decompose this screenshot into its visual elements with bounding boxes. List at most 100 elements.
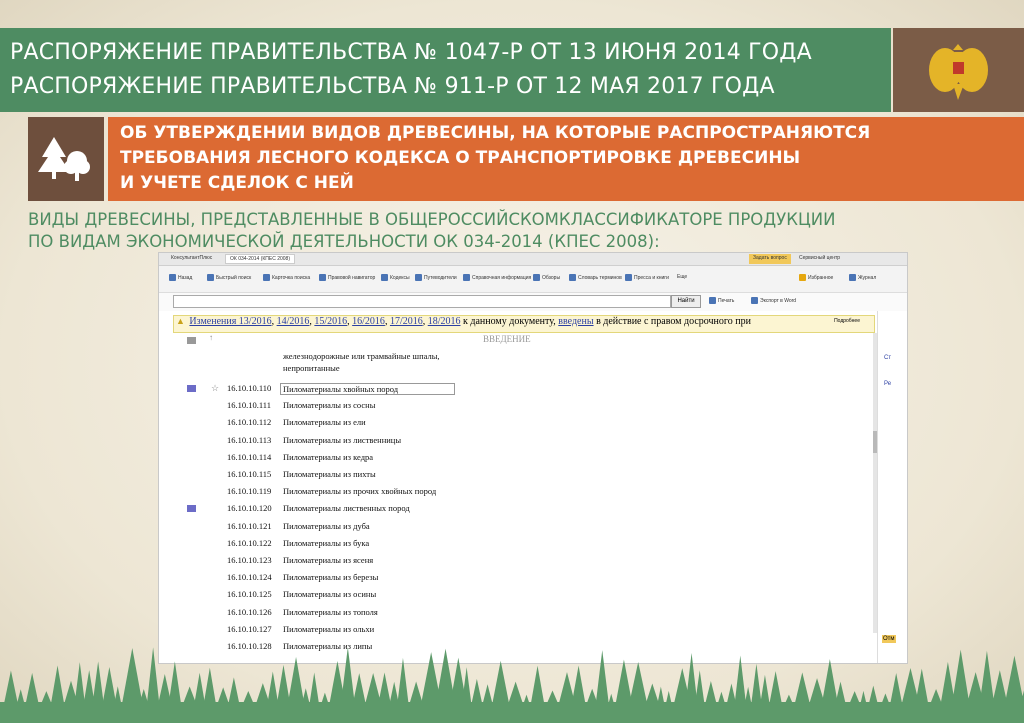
toolbar-reference-label: Справочная информация xyxy=(472,274,532,281)
changes-link-17[interactable]: 17/2016 xyxy=(390,316,423,327)
side-pane: Ст Ре Отм xyxy=(877,311,907,663)
row-name: Пиломатериалы лиственных пород xyxy=(283,503,410,514)
bookmark-icon[interactable] xyxy=(187,337,196,344)
changes-link-15[interactable]: 15/2016 xyxy=(314,316,347,327)
star-icon xyxy=(799,274,806,281)
row-name: Пиломатериалы из березы xyxy=(283,572,379,583)
trees-icon-box xyxy=(28,117,104,201)
toolbar-back-label: Назад xyxy=(178,274,193,281)
subheader-line-3: И УЧЕТЕ СДЕЛОК С НЕЙ xyxy=(120,173,354,193)
title-banner: РАСПОРЯЖЕНИЕ ПРАВИТЕЛЬСТВА № 1047-Р ОТ 1… xyxy=(0,28,891,112)
star-icon[interactable]: ☆ xyxy=(211,383,219,394)
row-name: Пиломатериалы хвойных пород xyxy=(280,383,456,395)
changes-link-14[interactable]: 14/2016 xyxy=(277,316,310,327)
coat-of-arms-icon xyxy=(929,44,988,100)
toolbar-guides-label: Путеводители xyxy=(424,274,457,281)
subheader-banner: ОБ УТВЕРЖДЕНИИ ВИДОВ ДРЕВЕСИНЫ, НА КОТОР… xyxy=(108,117,1024,201)
side-item-1[interactable]: Ст xyxy=(884,355,891,361)
bookmark-icon[interactable] xyxy=(187,505,196,513)
subheader-line-2: ТРЕБОВАНИЯ ЛЕСНОГО КОДЕКСА О ТРАНСПОРТИР… xyxy=(120,148,801,168)
toolbar-navigator-label: Правовой навигатор xyxy=(328,274,376,281)
bookmark-icon[interactable] xyxy=(187,385,196,392)
row-code: 16.10.10.119 xyxy=(227,486,272,497)
toolbar-dictionary-label: Словарь терминов xyxy=(578,274,622,281)
ask-question-button[interactable]: Задать вопрос xyxy=(749,254,791,264)
tab-app[interactable]: КонсультантПлюс xyxy=(167,254,216,264)
row-code: 16.10.10.121 xyxy=(227,520,272,531)
forest-ground xyxy=(0,702,1024,723)
row-name: Пиломатериалы из прочих хвойных пород xyxy=(283,486,437,497)
search-row: Найти Печать Экспорт в Word xyxy=(159,293,907,311)
search-icon xyxy=(207,274,214,281)
row-name: Пиломатериалы из осины xyxy=(283,589,377,600)
guides-icon xyxy=(415,274,422,281)
row-name: Пиломатериалы из ольхи xyxy=(283,623,375,634)
row-name: Пиломатериалы из бука xyxy=(283,537,370,548)
reviews-icon xyxy=(533,274,540,281)
toolbar-reviews-label: Обзоры xyxy=(542,274,561,281)
changes-link-13[interactable]: Изменения 13/2016 xyxy=(189,316,271,327)
toolbar-guides[interactable]: Путеводители xyxy=(415,274,457,281)
row-code: 16.10.10.114 xyxy=(227,451,272,462)
toolbar-search-card[interactable]: Карточка поиска xyxy=(263,274,310,281)
journal-icon xyxy=(849,274,856,281)
toolbar-back[interactable]: Назад xyxy=(169,274,192,281)
changes-link-18[interactable]: 18/2016 xyxy=(428,316,461,327)
doc-prev-text-1-value: железнодорожные или трамвайные шпалы, xyxy=(283,351,440,361)
browser-tab-bar: КонсультантПлюс ОК 034-2014 (КПЕС 2008) … xyxy=(159,253,907,266)
side-item-2[interactable]: Ре xyxy=(884,381,891,387)
row-code: 16.10.10.120 xyxy=(227,503,272,514)
notice-middle-text: к данному документу, xyxy=(460,316,559,327)
toolbar-reviews[interactable]: Обзоры xyxy=(533,274,560,281)
toolbar-favorites[interactable]: Избранное xyxy=(799,274,833,281)
tab-document[interactable]: ОК 034-2014 (КПЕС 2008) xyxy=(225,254,296,264)
row-name: Пиломатериалы из лиственницы xyxy=(283,434,402,445)
toolbar-reference[interactable]: Справочная информация xyxy=(463,274,531,281)
trees-icon xyxy=(38,137,90,181)
intro-line-1: ВИДЫ ДРЕВЕСИНЫ, ПРЕДСТАВЛЕННЫЕ В ОБЩЕРОС… xyxy=(28,210,836,229)
section-title: ВВЕДЕНИЕ xyxy=(483,334,531,344)
toolbar-quick-search-label: Быстрый поиск xyxy=(216,274,252,281)
dictionary-icon xyxy=(569,274,576,281)
row-name: Пиломатериалы из пихты xyxy=(283,469,376,479)
toolbar-more[interactable]: Еще xyxy=(677,274,687,280)
row-name: Пиломатериалы из ели xyxy=(283,417,366,428)
changes-notice: ▲ Изменения 13/2016, 14/2016, 15/2016, 1… xyxy=(173,315,875,333)
row-code: 16.10.10.122 xyxy=(227,537,272,548)
row-name: Пиломатериалы из тополя xyxy=(283,606,378,617)
toolbar-more-label: Еще xyxy=(677,274,688,280)
title-line-1: РАСПОРЯЖЕНИЕ ПРАВИТЕЛЬСТВА № 1047-Р ОТ 1… xyxy=(10,40,812,65)
search-input[interactable] xyxy=(173,295,671,308)
service-center-link[interactable]: Сервисный центр xyxy=(795,254,844,264)
press-icon xyxy=(625,274,632,281)
find-button[interactable]: Найти xyxy=(671,295,701,308)
navigator-icon xyxy=(319,274,326,281)
toolbar-dictionary[interactable]: Словарь терминов xyxy=(569,274,622,281)
toolbar-quick-search[interactable]: Быстрый поиск xyxy=(207,274,251,281)
main-toolbar: Назад Быстрый поиск Карточка поиска Прав… xyxy=(159,266,907,293)
export-word-label: Экспорт в Word xyxy=(760,297,797,304)
vvedeny-link[interactable]: введены xyxy=(558,316,593,327)
title-line-2: РАСПОРЯЖЕНИЕ ПРАВИТЕЛЬСТВА № 911-Р ОТ 12… xyxy=(10,74,775,99)
toolbar-navigator[interactable]: Правовой навигатор xyxy=(319,274,375,281)
toolbar-journal[interactable]: Журнал xyxy=(849,274,876,281)
row-code: 16.10.10.124 xyxy=(227,572,272,583)
row-name: Пиломатериалы из ясеня xyxy=(283,555,374,565)
forest-silhouette xyxy=(0,647,1024,723)
print-button[interactable]: Печать xyxy=(709,297,734,304)
row-code: 16.10.10.123 xyxy=(227,555,272,565)
toolbar-press[interactable]: Пресса и книги xyxy=(625,274,669,281)
notice-more-link[interactable]: Подробнее xyxy=(834,318,860,324)
word-icon xyxy=(751,297,758,304)
export-word-button[interactable]: Экспорт в Word xyxy=(751,297,796,304)
pin-icon[interactable]: ↑ xyxy=(209,333,213,342)
row-code: 16.10.10.126 xyxy=(227,606,272,617)
toolbar-press-label: Пресса и книги xyxy=(634,274,669,281)
changes-link-16[interactable]: 16/2016 xyxy=(352,316,385,327)
row-code: 16.10.10.125 xyxy=(227,589,272,600)
notice-tail-text: в действие с правом досрочного при xyxy=(593,316,751,327)
toolbar-codes[interactable]: Кодексы xyxy=(381,274,410,281)
row-code: 16.10.10.113 xyxy=(227,434,272,445)
codes-icon xyxy=(381,274,388,281)
row-code: 16.10.10.112 xyxy=(227,417,272,428)
